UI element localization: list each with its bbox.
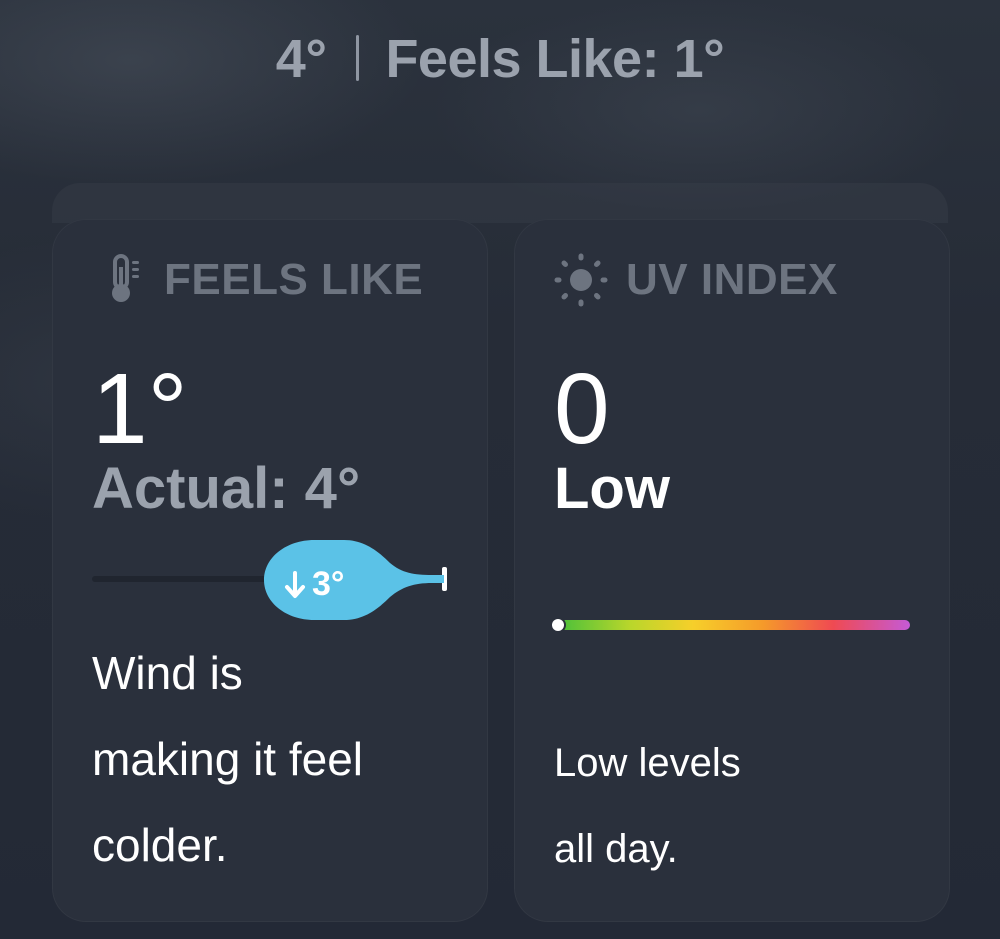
feels-like-value: 1° [92, 353, 188, 465]
arrow-down-icon [285, 571, 305, 598]
uv-description-line-2: all day. [554, 827, 678, 871]
feels-like-summary: Feels Like: 1° [385, 29, 725, 89]
uv-index-scale [560, 620, 910, 630]
uv-index-card[interactable]: UV INDEX 0 Low Low levels all day. [514, 219, 950, 922]
feels-like-description-line-2: making it feel [92, 733, 364, 785]
feels-like-description-line-1: Wind is [92, 647, 243, 699]
feels-like-card[interactable]: FEELS LIKE 1° Actual: 4° 3° Wind is maki… [52, 219, 488, 922]
header-divider [356, 35, 360, 81]
uv-index-value: 0 [554, 353, 610, 465]
temperature-difference: 3° [312, 565, 345, 603]
sun-icon [554, 253, 608, 307]
background-card-edge [52, 183, 948, 223]
current-temperature: 4° [275, 29, 327, 89]
current-conditions-header: 4° Feels Like: 1° [0, 28, 1000, 90]
feels-like-title: FEELS LIKE [164, 255, 424, 304]
uv-index-title: UV INDEX [626, 255, 838, 304]
uv-index-level: Low [554, 456, 670, 521]
feels-like-description-line-3: colder. [92, 819, 228, 871]
uv-description-line-1: Low levels [554, 741, 741, 785]
uv-index-indicator [552, 619, 564, 631]
actual-temperature: Actual: 4° [92, 456, 361, 521]
thermometer-icon [112, 254, 139, 302]
